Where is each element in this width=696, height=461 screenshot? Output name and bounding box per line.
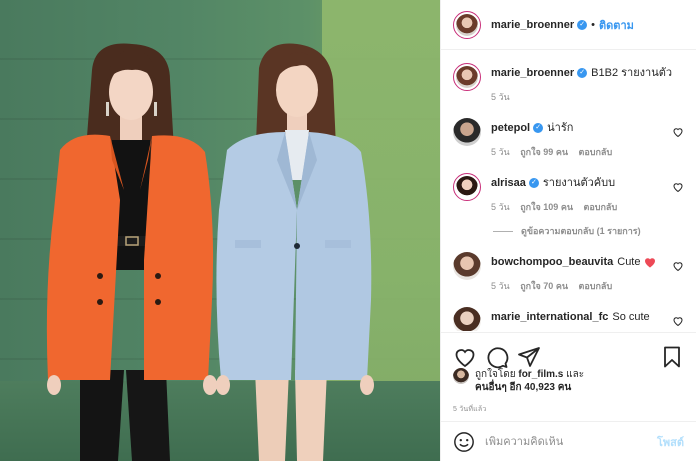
heart-icon[interactable] <box>672 260 684 272</box>
comment-time[interactable]: 5 วัน <box>491 147 510 157</box>
bookmark-icon[interactable] <box>660 345 684 369</box>
comment-input[interactable] <box>485 435 649 448</box>
heart-icon[interactable] <box>672 315 684 327</box>
caption: marie_broenner ✓ B1B2 รายงานตัว 5 วัน <box>453 63 684 104</box>
liker-avatar[interactable] <box>453 368 469 384</box>
verified-icon: ✓ <box>577 19 588 30</box>
comment-text: So cute <box>612 311 650 323</box>
author-avatar[interactable] <box>453 63 481 91</box>
comment-username[interactable]: alrisaa <box>491 177 526 189</box>
follow-button[interactable]: ติดตาม <box>599 16 634 34</box>
verified-icon: ✓ <box>533 123 544 134</box>
verified-icon: ✓ <box>577 68 588 79</box>
liked-by-label: ถูกใจโดย <box>475 369 516 380</box>
instagram-post: marie_broenner ✓ • ติดตาม marie_broenner… <box>0 0 696 461</box>
post-comment-button[interactable]: โพสต์ <box>657 433 684 451</box>
post-side-panel: marie_broenner ✓ • ติดตาม marie_broenner… <box>440 0 696 461</box>
caption-username[interactable]: marie_broenner <box>491 67 574 79</box>
woman-blue-blazer <box>216 43 374 461</box>
post-timestamp[interactable]: 5 วันที่แล้ว <box>453 404 487 415</box>
likes-summary[interactable]: ถูกใจโดย for_film.s และ คนอื่นๆ อีก 40,9… <box>453 368 684 394</box>
comment-likes[interactable]: ถูกใจ 70 คน <box>520 281 568 291</box>
verified-icon: ✓ <box>528 178 539 189</box>
caption-time[interactable]: 5 วัน <box>491 92 510 102</box>
comment-icon[interactable] <box>485 345 509 369</box>
view-replies-button[interactable]: ดูข้อความตอบกลับ (1 รายการ) <box>493 224 684 238</box>
reply-button[interactable]: ตอบกลับ <box>584 202 618 212</box>
comment-time[interactable]: 5 วัน <box>491 202 510 212</box>
comment-composer: โพสต์ <box>441 421 696 461</box>
comment-text: รายงานตัวคับบ <box>542 177 616 189</box>
comment-username[interactable]: petepol <box>491 122 530 134</box>
commenter-avatar[interactable] <box>453 252 481 280</box>
comment-likes[interactable]: ถูกใจ 99 คน <box>520 147 568 157</box>
likes-count[interactable]: คนอื่นๆ อีก 40,923 คน <box>475 382 571 393</box>
comments-list[interactable]: marie_broenner ✓ B1B2 รายงานตัว 5 วัน pete… <box>441 51 696 331</box>
comment-text: น่ารัก <box>547 122 574 134</box>
view-replies-label: ดูข้อความตอบกลับ (1 รายการ) <box>521 226 641 236</box>
reply-button[interactable]: ตอบกลับ <box>579 281 613 291</box>
share-icon[interactable] <box>517 345 541 369</box>
author-username[interactable]: marie_broenner <box>491 19 574 31</box>
comment-text: Cute <box>617 256 641 268</box>
author-avatar[interactable] <box>453 10 481 39</box>
reply-button[interactable]: ตอบกลับ <box>579 147 613 157</box>
comment-username[interactable]: marie_international_fc <box>491 311 608 323</box>
comment-item: alrisaa ✓ รายงานตัวคับบ 5 วัน ถูกใจ 109 คน… <box>453 173 684 214</box>
heart-icon[interactable] <box>672 126 684 138</box>
commenter-avatar[interactable] <box>453 307 481 331</box>
comment-item: marie_international_fc So cute <box>453 307 684 331</box>
red-heart-emoji <box>644 257 655 268</box>
commenter-avatar[interactable] <box>453 173 481 201</box>
likes-and-label: และ <box>566 369 585 380</box>
comment-likes[interactable]: ถูกใจ 109 คน <box>520 202 573 212</box>
caption-text: B1B2 รายงานตัว <box>591 67 673 79</box>
comment-item: bowchompoo_beauvita Cute 5 วัน ถูกใจ 70 ค… <box>453 252 684 293</box>
heart-icon[interactable] <box>672 181 684 193</box>
commenter-avatar[interactable] <box>453 118 481 146</box>
post-header: marie_broenner ✓ • ติดตาม <box>441 0 696 50</box>
comment-item: petepol ✓ น่ารัก 5 วัน ถูกใจ 99 คน ตอบกลับ <box>453 118 684 159</box>
action-bar <box>441 332 696 372</box>
emoji-icon[interactable] <box>453 431 475 453</box>
woman-orange-blazer <box>46 43 217 461</box>
separator-dot: • <box>591 18 596 31</box>
comment-username[interactable]: bowchompoo_beauvita <box>491 256 613 268</box>
liker-username[interactable]: for_film.s <box>518 369 563 380</box>
replies-divider <box>493 230 513 232</box>
post-photo[interactable] <box>0 0 440 461</box>
heart-icon[interactable] <box>453 345 477 369</box>
comment-time[interactable]: 5 วัน <box>491 281 510 291</box>
